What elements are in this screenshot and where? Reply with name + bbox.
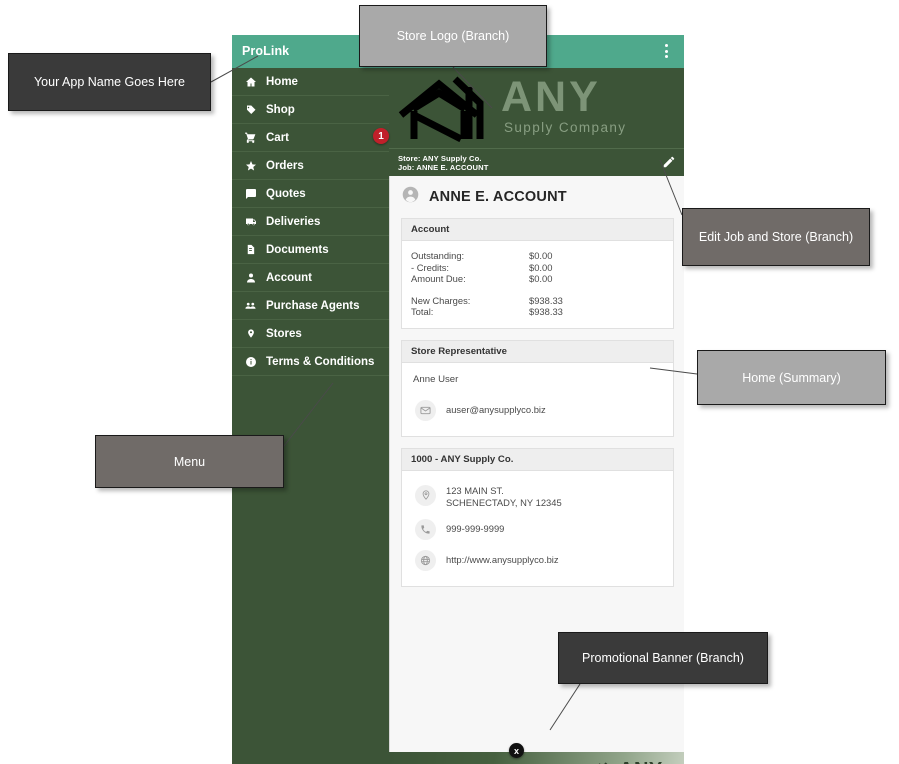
info-icon (242, 355, 259, 369)
sidebar-item-label: Stores (266, 327, 302, 340)
account-row-value: $0.00 (529, 261, 553, 273)
mail-icon (415, 399, 436, 421)
store-phone-row[interactable]: 999-999-9999 (411, 514, 664, 545)
promotional-banner[interactable]: Check out our latest sales on paint and … (389, 752, 684, 764)
sidebar-item-label: Quotes (266, 187, 306, 200)
document-icon (242, 243, 259, 257)
sidebar-item-label: Cart (266, 131, 290, 144)
store-website: http://www.anysupplyco.biz (446, 554, 559, 566)
people-icon (242, 299, 259, 313)
more-vertical-icon[interactable] (659, 44, 673, 60)
chat-icon (242, 187, 259, 201)
sidebar-item-stores[interactable]: Stores (232, 320, 389, 348)
callout-store-logo: Store Logo (Branch) (359, 5, 547, 67)
sidebar-item-label: Terms & Conditions (266, 355, 375, 368)
store-line: Store: ANY Supply Co. (398, 154, 482, 163)
account-row-label: Amount Due: (411, 273, 466, 285)
account-total-row: Total: $938.33 (411, 306, 664, 318)
sidebar-item-deliveries[interactable]: Deliveries (232, 208, 389, 236)
sidebar-item-label: Documents (266, 243, 329, 256)
account-row-label: - Credits: (411, 261, 450, 273)
rep-name: Anne User (413, 373, 459, 385)
store-address-row[interactable]: 123 MAIN ST. SCHENECTADY, NY 12345 (411, 480, 664, 514)
globe-icon (415, 549, 436, 571)
cart-icon (242, 131, 259, 145)
account-row-value: $0.00 (529, 273, 553, 285)
rep-email-row[interactable]: auser@anysupplyco.biz (411, 395, 664, 426)
sidebar-item-label: Deliveries (266, 215, 321, 228)
store-job-bar: Store: ANY Supply Co. Job: ANNE E. ACCOU… (389, 148, 684, 177)
store-phone: 999-999-9999 (446, 523, 505, 535)
sidebar-item-orders[interactable]: Orders (232, 152, 389, 180)
callout-edit-job-store: Edit Job and Store (Branch) (682, 208, 870, 266)
account-total-value: $938.33 (529, 306, 563, 318)
sidebar-item-purchase-agents[interactable]: Purchase Agents (232, 292, 389, 320)
sidebar-item-shop[interactable]: Shop (232, 96, 389, 124)
sidebar-item-account[interactable]: Account (232, 264, 389, 292)
rep-card-body: Anne User auser@anysupplyco.biz (402, 363, 673, 436)
sidebar-item-home[interactable]: Home (232, 68, 389, 96)
promo-logo-word: ANY (619, 760, 663, 764)
sidebar-item-label: Home (266, 75, 298, 88)
store-address-line2: SCHENECTADY, NY 12345 (446, 496, 562, 508)
rep-card-heading: Store Representative (402, 340, 673, 363)
store-info-card: 1000 - ANY Supply Co. 123 MAIN ST. SCHEN… (401, 447, 674, 587)
account-row: - Credits: $0.00 (411, 262, 664, 274)
house-roof-icon (598, 762, 608, 764)
star-icon (242, 159, 259, 173)
callout-promotional-banner: Promotional Banner (Branch) (558, 632, 768, 684)
account-total-row: New Charges: $938.33 (411, 295, 664, 307)
sidebar-item-label: Shop (266, 103, 295, 116)
store-logo-word: ANY (501, 73, 601, 121)
sidebar-item-label: Orders (266, 159, 304, 172)
close-icon[interactable]: x (509, 743, 524, 758)
store-address-line1: 123 MAIN ST. (446, 484, 504, 496)
sidebar-item-terms-conditions[interactable]: Terms & Conditions (232, 348, 389, 376)
page-header: ANNE E. ACCOUNT (390, 176, 684, 218)
store-card-heading: 1000 - ANY Supply Co. (402, 448, 673, 471)
page-title: ANNE E. ACCOUNT (429, 189, 567, 205)
sidebar-item-documents[interactable]: Documents (232, 236, 389, 264)
home-icon (242, 75, 259, 89)
store-card-body: 123 MAIN ST. SCHENECTADY, NY 12345 999-9… (402, 471, 673, 586)
callout-home-summary: Home (Summary) (697, 350, 886, 405)
account-circle-icon (402, 186, 420, 208)
account-total-value: $938.33 (529, 294, 563, 306)
sidebar-item-label: Account (266, 271, 312, 284)
account-card-body: Outstanding: $0.00 - Credits: $0.00 Amou… (402, 241, 673, 328)
sidebar-item-cart[interactable]: Cart (232, 124, 389, 152)
account-total-label: New Charges: (411, 294, 471, 306)
store-representative-card: Store Representative Anne User auser@any… (401, 339, 674, 437)
account-row: Outstanding: $0.00 (411, 250, 664, 262)
cart-count-badge: 1 (373, 128, 389, 144)
callout-app-name: Your App Name Goes Here (8, 53, 211, 111)
account-card-heading: Account (402, 219, 673, 241)
account-card: Account Outstanding: $0.00 - Credits: $0… (401, 218, 674, 329)
store-logo-banner: ANY Supply Company (389, 68, 684, 148)
sidebar-menu: Home Shop Cart Orders Quotes Deliveries … (232, 68, 389, 764)
account-row-value: $0.00 (529, 250, 553, 261)
store-address: 123 MAIN ST. SCHENECTADY, NY 12345 (446, 485, 562, 509)
phone-icon (415, 518, 436, 540)
sidebar-item-quotes[interactable]: Quotes (232, 180, 389, 208)
account-row-label: Outstanding: (411, 250, 465, 261)
person-icon (242, 271, 259, 285)
location-pin-icon (415, 484, 436, 506)
store-website-row[interactable]: http://www.anysupplyco.biz (411, 545, 664, 576)
callout-menu: Menu (95, 435, 284, 488)
rep-email: auser@anysupplyco.biz (446, 404, 546, 416)
app-title: ProLink (242, 44, 290, 58)
tag-icon (242, 103, 259, 117)
account-row: Amount Due: $0.00 (411, 273, 664, 285)
store-logo-subtitle: Supply Company (504, 120, 627, 135)
account-total-label: Total: (411, 306, 434, 318)
house-roof-icon (397, 75, 502, 148)
pencil-icon[interactable] (662, 155, 676, 169)
sidebar-item-label: Purchase Agents (266, 299, 360, 312)
location-pin-icon (242, 327, 259, 341)
job-line: Job: ANNE E. ACCOUNT (398, 163, 489, 172)
promo-logo: ANY Supply Company (586, 758, 678, 764)
truck-icon (242, 215, 259, 229)
